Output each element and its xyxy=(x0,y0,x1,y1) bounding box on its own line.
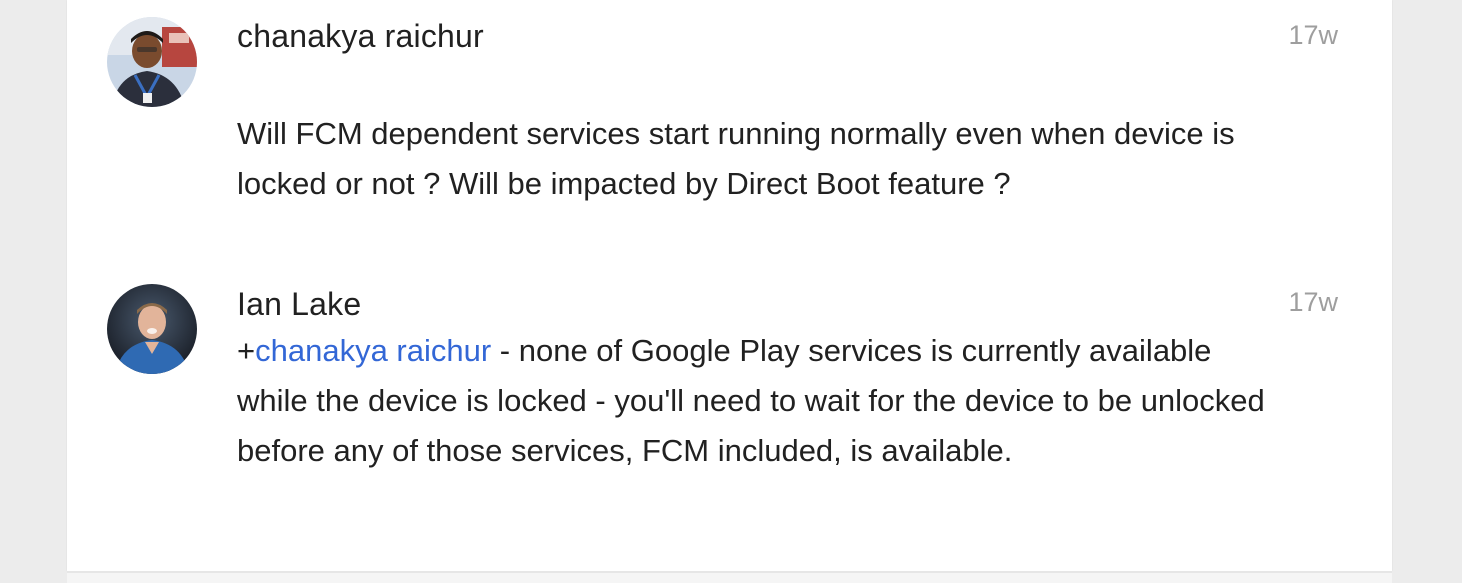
avatar[interactable] xyxy=(107,284,197,374)
avatar[interactable] xyxy=(107,17,197,107)
mention-prefix: + xyxy=(237,333,256,368)
comment-author[interactable]: Ian Lake xyxy=(237,286,361,323)
comment-timestamp: 17w xyxy=(1288,20,1338,50)
comment-author[interactable]: chanakya raichur xyxy=(237,18,484,55)
user-photo-icon xyxy=(107,284,197,374)
mention-link[interactable]: chanakya raichur xyxy=(255,333,491,368)
next-card-edge xyxy=(67,571,1392,583)
comment-timestamp: 17w xyxy=(1288,287,1338,317)
user-photo-icon xyxy=(107,17,197,107)
comments-card: chanakya raichur 17w Will FCM dependent … xyxy=(67,0,1392,571)
comment-body: Will FCM dependent services start runnin… xyxy=(237,116,1235,201)
comment-body: +chanakya raichur - none of Google Play … xyxy=(237,326,1267,476)
